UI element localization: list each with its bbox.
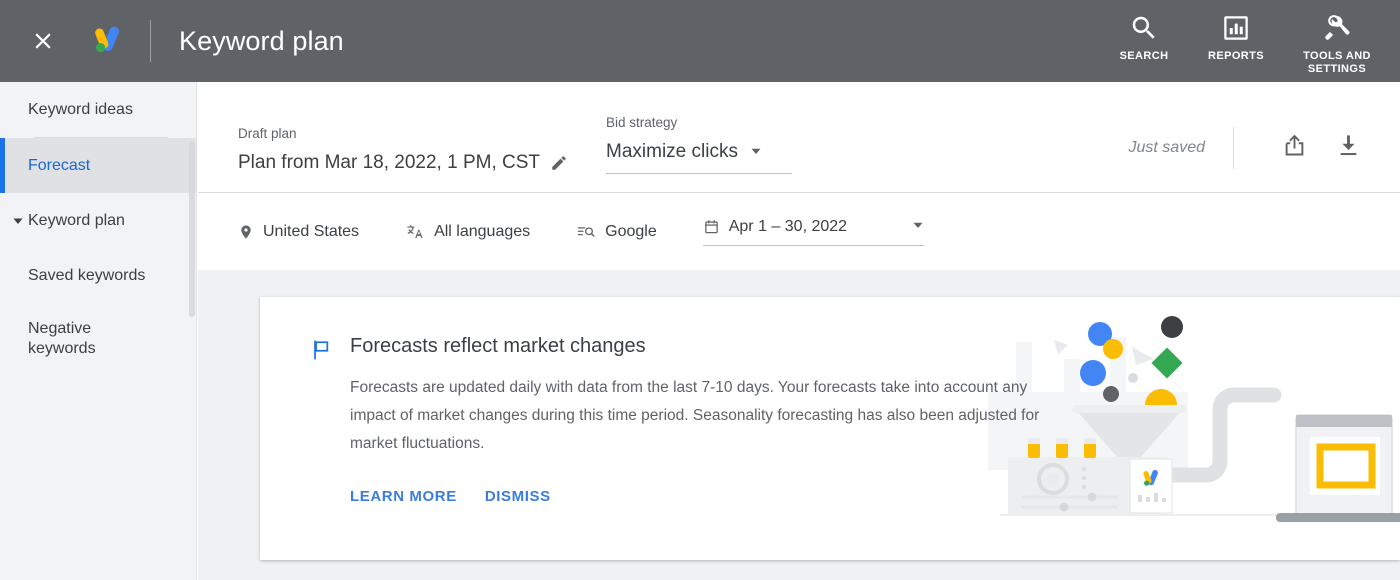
filter-languages-label: All languages — [434, 222, 531, 240]
draft-plan-value-row: Plan from Mar 18, 2022, 1 PM, CST — [238, 152, 606, 174]
sidebar-item-label: Keyword ideas — [28, 100, 133, 118]
close-button[interactable] — [20, 18, 66, 64]
notice-card-body-text: Forecasts are updated daily with data fr… — [350, 379, 1040, 452]
topbar-action-reports[interactable]: REPORTS — [1190, 8, 1282, 63]
close-icon — [30, 28, 56, 54]
filter-network[interactable]: Google — [576, 223, 657, 241]
bid-strategy-value: Maximize clicks — [606, 141, 738, 162]
flag-outline-icon — [310, 335, 350, 505]
notice-card-title: Forecasts reflect market changes — [350, 335, 646, 357]
share-upload-icon — [1281, 132, 1308, 164]
filter-location-label: United States — [263, 222, 360, 240]
topbar-actions: SEARCH REPORTS TOOLS AND SETTINGS — [1098, 0, 1400, 82]
topbar-action-search[interactable]: SEARCH — [1098, 8, 1190, 63]
sidebar-scrollbar[interactable] — [189, 142, 195, 317]
topbar-divider — [150, 20, 151, 62]
filter-network-label: Google — [605, 222, 657, 240]
filter-date-range[interactable]: Apr 1 – 30, 2022 — [702, 217, 925, 246]
share-button[interactable] — [1272, 126, 1316, 170]
bid-strategy-field: Bid strategy Maximize clicks — [606, 115, 806, 192]
reports-bar-chart-icon — [1221, 8, 1251, 48]
sidebar-item-negative-keywords[interactable]: Negative keywords — [0, 303, 196, 375]
download-icon — [1335, 132, 1362, 164]
plan-header-bar: Draft plan Plan from Mar 18, 2022, 1 PM,… — [198, 82, 1400, 193]
sidebar-group-label: Keyword plan — [28, 211, 125, 229]
tools-wrench-icon — [1322, 8, 1353, 48]
app-top-bar: Keyword plan SEARCH REPORTS TOOLS AND SE… — [0, 0, 1400, 82]
translate-icon — [405, 223, 425, 241]
bid-strategy-label: Bid strategy — [606, 115, 678, 130]
location-pin-icon — [238, 223, 254, 241]
search-icon — [1129, 8, 1159, 48]
sidebar-item-label: Negative keywords — [28, 320, 96, 357]
sidebar-item-label: Saved keywords — [28, 266, 146, 284]
google-ads-logo-button[interactable] — [84, 19, 128, 63]
google-ads-logo-icon — [86, 19, 126, 64]
sidebar-item-label: Forecast — [28, 156, 91, 174]
bid-strategy-select[interactable]: Maximize clicks — [606, 141, 792, 174]
notice-card-body: Forecasts reflect market changes Forecas… — [260, 297, 1050, 560]
sidebar-item-keyword-ideas[interactable]: Keyword ideas — [0, 82, 196, 137]
filter-bar: United States All languages Google Apr 1… — [198, 193, 1400, 270]
draft-plan-value: Plan from Mar 18, 2022, 1 PM, CST — [238, 152, 541, 173]
header-actions-divider — [1233, 127, 1234, 169]
plan-header-actions: Just saved — [1129, 126, 1400, 192]
draft-plan-label: Draft plan — [238, 126, 297, 141]
topbar-action-label: SEARCH — [1119, 50, 1169, 62]
page-title: Keyword plan — [179, 25, 344, 56]
draft-plan-field: Draft plan Plan from Mar 18, 2022, 1 PM,… — [238, 126, 606, 192]
pencil-edit-icon[interactable] — [550, 154, 568, 172]
learn-more-link[interactable]: LEARN MORE — [350, 488, 457, 505]
download-button[interactable] — [1326, 126, 1370, 170]
chevron-down-icon — [750, 141, 762, 163]
topbar-action-tools-and-settings[interactable]: TOOLS AND SETTINGS — [1282, 8, 1392, 76]
sidebar: Keyword ideas Forecast Keyword plan Save… — [0, 82, 197, 580]
filter-languages[interactable]: All languages — [405, 223, 530, 241]
chevron-down-icon — [912, 218, 924, 236]
dismiss-link[interactable]: DISMISS — [485, 488, 551, 505]
topbar-action-label: TOOLS AND SETTINGS — [1303, 50, 1371, 75]
sidebar-group-keyword-plan[interactable]: Keyword plan — [0, 193, 196, 248]
sidebar-item-forecast[interactable]: Forecast — [0, 138, 196, 193]
search-network-icon — [576, 223, 596, 241]
filter-location[interactable]: United States — [238, 223, 359, 241]
caret-down-icon — [8, 215, 28, 227]
notice-card: Forecasts reflect market changes Forecas… — [260, 297, 1400, 560]
notice-card-actions: LEARN MORE DISMISS — [350, 488, 1050, 505]
topbar-action-label: REPORTS — [1208, 50, 1264, 62]
save-status: Just saved — [1128, 139, 1205, 156]
filter-date-range-label: Apr 1 – 30, 2022 — [728, 217, 848, 235]
calendar-icon — [703, 218, 720, 236]
main-content: Draft plan Plan from Mar 18, 2022, 1 PM,… — [198, 82, 1400, 580]
sidebar-item-saved-keywords[interactable]: Saved keywords — [0, 248, 196, 303]
